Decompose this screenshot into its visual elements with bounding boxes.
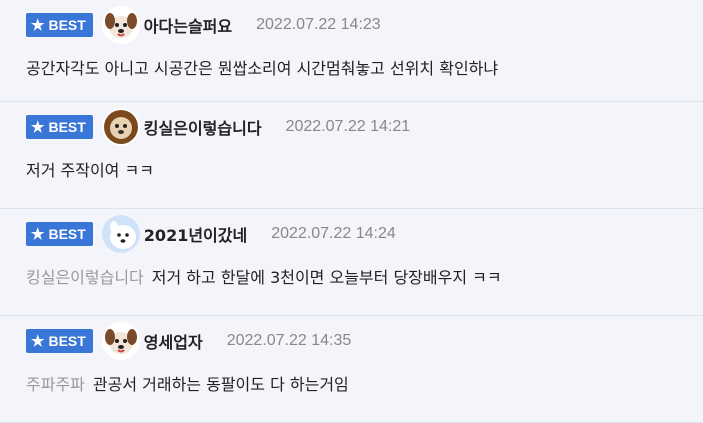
comment-item: ★ BEST 2021년이갔네 2022.07.22 14:24 킹실은이렇습니다…: [0, 209, 703, 316]
best-badge: ★ BEST: [26, 329, 93, 353]
comment-text: 킹실은이렇습니다 저거 하고 한달에 3천이면 오늘부터 당장배우지 ㅋㅋ: [26, 264, 502, 288]
comment-nickname[interactable]: 아다는슬퍼요: [144, 13, 232, 37]
best-badge: ★ BEST: [26, 115, 93, 139]
comment-body: 저거 주작이여 ㅋㅋ: [26, 161, 154, 180]
comment-text: 저거 주작이여 ㅋㅋ: [26, 157, 154, 181]
comment-text: 주파주파 관공서 거래하는 동팔이도 다 하는거임: [26, 371, 349, 395]
best-badge: ★ BEST: [26, 13, 93, 37]
best-badge: ★ BEST: [26, 222, 93, 246]
comment-list: ★ BEST 아다는슬퍼요 2022.07.22 14:23 공간자각도 아니고 …: [0, 0, 703, 423]
dog-avatar[interactable]: [101, 322, 140, 360]
comment-nickname[interactable]: 영세업자: [144, 329, 203, 353]
comment-date: 2022.07.22 14:23: [256, 16, 381, 33]
comment-nickname[interactable]: 2021년이갔네: [144, 222, 247, 246]
comment-date: 2022.07.22 14:35: [226, 332, 352, 349]
mention-nickname[interactable]: 주파주파: [26, 375, 85, 394]
star-icon: ★: [31, 118, 45, 136]
comment-date: 2022.07.22 14:24: [271, 225, 396, 242]
comment-item: ★ BEST 아다는슬퍼요 2022.07.22 14:23 공간자각도 아니고 …: [0, 0, 703, 102]
comment-nickname[interactable]: 킹실은이렇습니다: [144, 115, 262, 139]
comment-body: 관공서 거래하는 동팔이도 다 하는거임: [92, 375, 349, 394]
dog-avatar[interactable]: [101, 6, 140, 44]
white-dog-avatar[interactable]: [101, 215, 140, 253]
best-badge-label: BEST: [48, 119, 86, 135]
mention-nickname[interactable]: 킹실은이렇습니다: [26, 268, 144, 287]
lion-avatar[interactable]: [101, 108, 140, 146]
comment-body: 공간자각도 아니고 시공간은 뭔쌉소리여 시간멈춰놓고 선위치 확인하냐: [26, 59, 499, 78]
best-badge-label: BEST: [48, 226, 86, 242]
best-badge-label: BEST: [48, 17, 86, 33]
comment-item: ★ BEST 킹실은이렇습니다 2022.07.22 14:21 저거 주작이여 …: [0, 102, 703, 209]
star-icon: ★: [31, 332, 45, 350]
star-icon: ★: [31, 16, 45, 34]
comment-text: 공간자각도 아니고 시공간은 뭔쌉소리여 시간멈춰놓고 선위치 확인하냐: [26, 55, 498, 79]
comment-date: 2022.07.22 14:21: [285, 118, 411, 135]
comment-item: ★ BEST 영세업자 2022.07.22 14:35 주파주파 관공서 거래하는…: [0, 316, 703, 423]
star-icon: ★: [31, 225, 45, 243]
best-badge-label: BEST: [48, 333, 86, 349]
comment-body: 저거 하고 한달에 3천이면 오늘부터 당장배우지 ㅋㅋ: [151, 268, 502, 287]
